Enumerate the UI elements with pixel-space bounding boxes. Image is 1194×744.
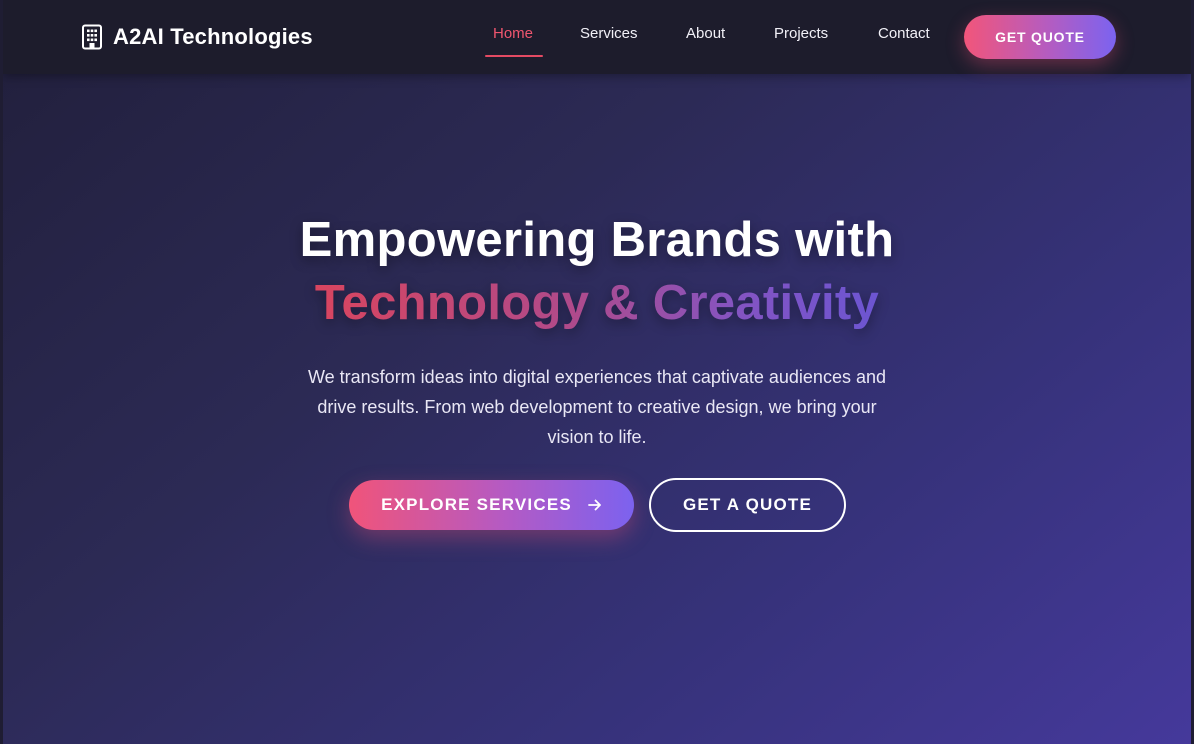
- building-icon: [82, 24, 102, 50]
- explore-services-button[interactable]: EXPLORE SERVICES: [349, 480, 634, 530]
- nav-item-contact[interactable]: Contact: [878, 25, 930, 42]
- nav-item-about[interactable]: About: [686, 25, 725, 42]
- hero-description: We transform ideas into digital experien…: [307, 367, 886, 447]
- nav-item-projects[interactable]: Projects: [774, 25, 828, 42]
- hero-title-gradient-text: Technology & Creativity: [314, 276, 880, 330]
- explore-services-label: EXPLORE SERVICES: [381, 495, 572, 514]
- site-header: A2AI Technologies Home Services About Pr…: [3, 0, 1191, 74]
- hero-title-highlight: Technology & Creativity: [3, 275, 1191, 331]
- nav-item-home[interactable]: Home: [493, 25, 533, 42]
- nav-item-services[interactable]: Services: [580, 25, 638, 42]
- brand-name: A2AI Technologies: [113, 24, 313, 49]
- brand-logo[interactable]: A2AI Technologies: [81, 22, 313, 52]
- arrow-right-icon: [588, 499, 601, 511]
- get-a-quote-button[interactable]: GET A QUOTE: [649, 478, 846, 532]
- active-nav-indicator: [485, 55, 543, 57]
- get-quote-header-button[interactable]: GET QUOTE: [964, 15, 1116, 59]
- page-frame: A2AI Technologies Home Services About Pr…: [3, 0, 1191, 744]
- hero-title: Empowering Brands with: [299, 213, 895, 267]
